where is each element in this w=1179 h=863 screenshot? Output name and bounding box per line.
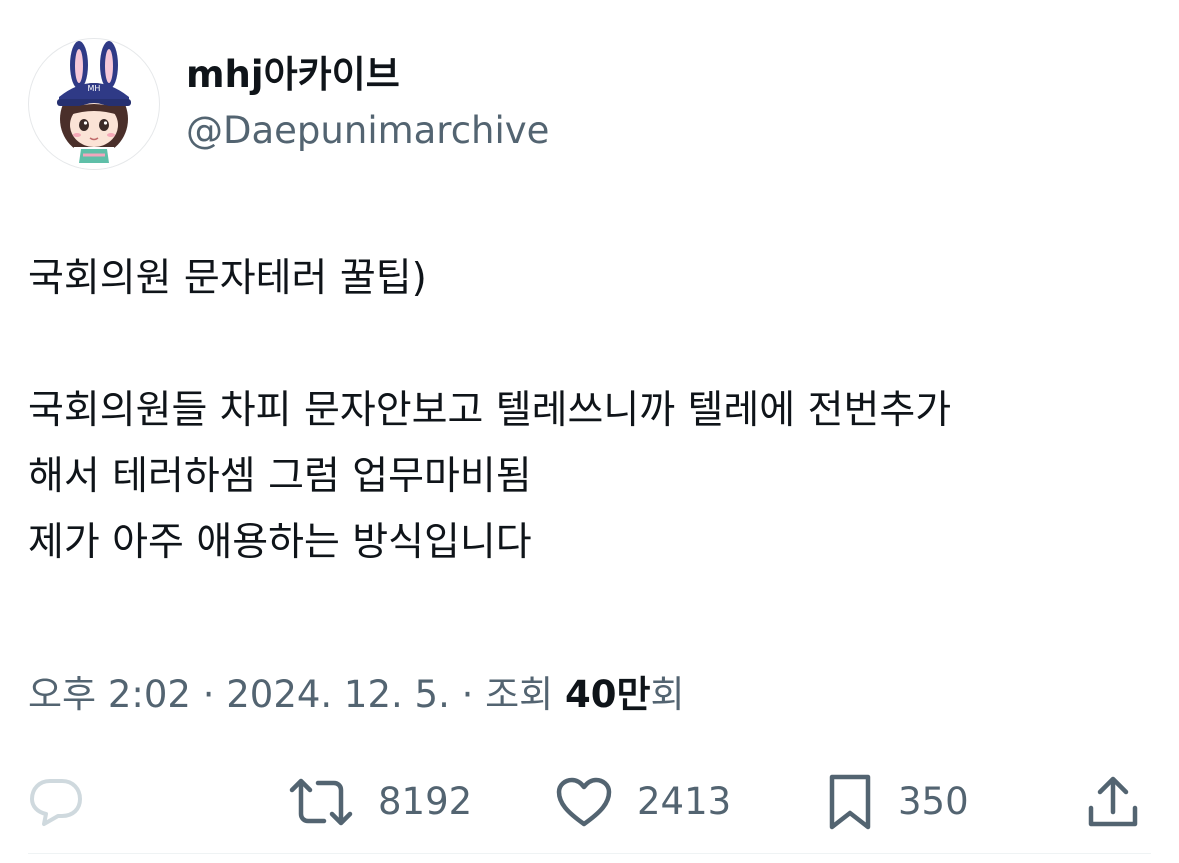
views-suffix: 회	[650, 673, 685, 716]
views-label: 조회	[485, 673, 565, 716]
tweet-time[interactable]: 오후 2:02	[28, 673, 191, 716]
reply-bubble-icon	[30, 779, 82, 826]
like-count: 2413	[637, 780, 732, 823]
author-display-name[interactable]: mhj아카이브	[186, 52, 400, 98]
retweet-button[interactable]: 8192	[288, 772, 472, 832]
reply-button[interactable]	[28, 772, 108, 832]
retweet-icon	[289, 778, 353, 826]
tweet-text: 국회의원 문자테러 꿀팁) 국회의원들 차피 문자안보고 텔레쓰니까 텔레에 전…	[28, 246, 1158, 576]
avatar-badge: MH	[88, 84, 101, 93]
action-bar: 8192 2413 350	[0, 772, 1179, 832]
share-button[interactable]	[1086, 772, 1140, 832]
tweet-line: 국회의원들 차피 문자안보고 텔레쓰니까 텔레에 전번추가	[28, 388, 952, 433]
author-handle[interactable]: @Daepunimarchive	[186, 108, 549, 154]
tweet-line: 제가 아주 애용하는 방식입니다	[28, 520, 532, 565]
tweet-meta: 오후 2:02 · 2024. 12. 5. · 조회 40만회	[28, 672, 685, 718]
heart-icon	[556, 777, 612, 827]
views-count: 40만	[564, 673, 651, 716]
bookmark-count: 350	[898, 780, 969, 823]
tweet-line: 국회의원 문자테러 꿀팁)	[28, 256, 427, 301]
divider	[28, 853, 1151, 854]
retweet-count: 8192	[378, 780, 473, 823]
bunny-ear-cap-character-avatar-icon: MH	[57, 41, 131, 169]
author-avatar[interactable]: MH	[28, 38, 160, 170]
share-icon	[1088, 776, 1138, 827]
tweet-date[interactable]: 2024. 12. 5.	[226, 673, 450, 716]
like-button[interactable]: 2413	[555, 772, 731, 832]
meta-separator: ·	[190, 673, 227, 716]
tweet-line: 해서 테러하셈 그럼 업무마비됨	[28, 454, 532, 499]
bookmark-icon	[829, 774, 871, 830]
bookmark-button[interactable]: 350	[826, 772, 969, 832]
meta-separator: ·	[449, 673, 486, 716]
